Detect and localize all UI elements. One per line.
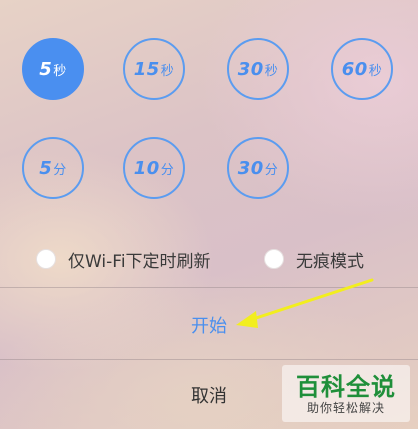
- timer-value: 5: [39, 157, 53, 179]
- timer-5m[interactable]: 5分: [22, 137, 84, 199]
- timer-unit: 分: [264, 162, 279, 178]
- timer-15s[interactable]: 15 秒: [123, 38, 185, 100]
- timer-unit: 秒: [160, 63, 175, 79]
- timer-unit: 秒: [368, 63, 383, 79]
- timer-value: 30: [237, 58, 264, 80]
- cancel-label: 取消: [191, 386, 227, 407]
- timer-5s[interactable]: 5秒: [22, 38, 84, 100]
- timer-unit: 分: [53, 162, 67, 178]
- timer-value: 5: [39, 58, 53, 80]
- start-label: 开始: [191, 316, 227, 337]
- start-button[interactable]: 开始: [0, 300, 418, 350]
- timer-30m[interactable]: 30 分: [227, 137, 289, 199]
- timer-value: 15: [133, 58, 160, 80]
- wifi-only-label: 仅Wi-Fi下定时刷新: [68, 251, 211, 272]
- timer-60s[interactable]: 60 秒: [331, 38, 393, 100]
- wifi-only-option[interactable]: 仅Wi-Fi下定时刷新: [36, 246, 211, 272]
- divider-top: [0, 287, 418, 288]
- timer-unit: 分: [160, 162, 175, 178]
- timer-30s[interactable]: 30 秒: [227, 38, 289, 100]
- timer-value: 30: [237, 157, 264, 179]
- incognito-radio[interactable]: [264, 249, 284, 269]
- timer-value: 60: [341, 58, 368, 80]
- watermark-title: 百科全说: [296, 373, 396, 401]
- timer-value: 10: [133, 157, 160, 179]
- watermark-logo: 百科全说 助你轻松解决: [282, 365, 410, 422]
- timer-unit: 秒: [264, 63, 279, 79]
- incognito-label: 无痕模式: [296, 251, 364, 272]
- watermark-subtitle: 助你轻松解决: [306, 401, 385, 415]
- timer-10m[interactable]: 10 分: [123, 137, 185, 199]
- incognito-option[interactable]: 无痕模式: [264, 246, 364, 272]
- divider-bottom: [0, 359, 418, 360]
- timer-unit: 秒: [53, 63, 67, 79]
- wifi-only-radio[interactable]: [36, 249, 56, 269]
